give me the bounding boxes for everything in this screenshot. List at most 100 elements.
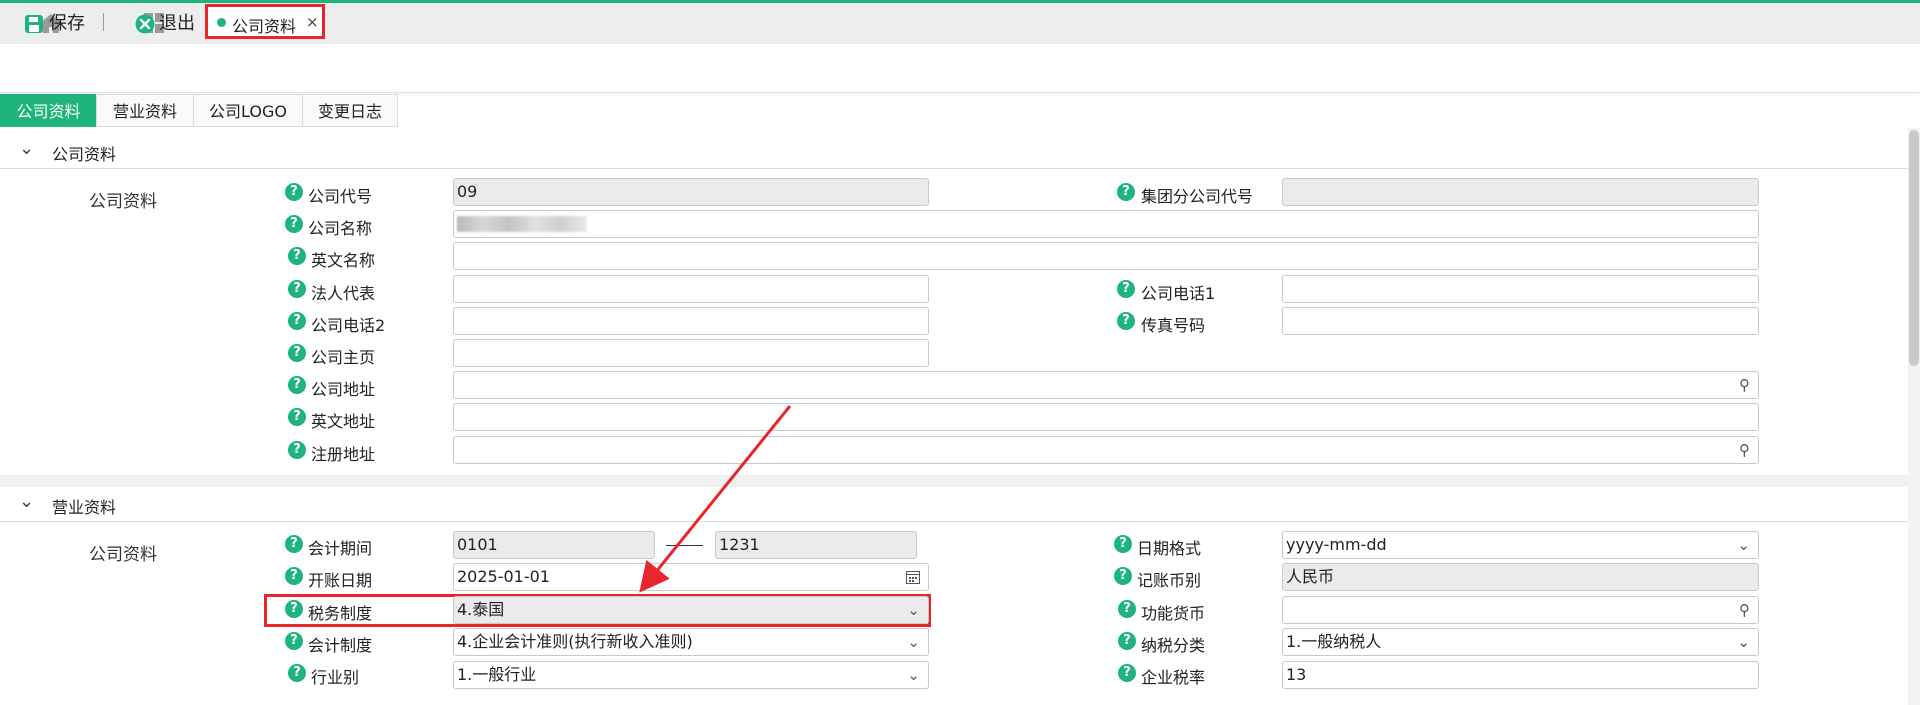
help-icon[interactable]: ? bbox=[1118, 632, 1136, 650]
chevron-down-icon: ⌄ bbox=[907, 633, 920, 651]
registered-address-field[interactable]: ⚲ bbox=[453, 436, 1759, 464]
help-icon[interactable]: ? bbox=[288, 312, 306, 330]
english-address-field[interactable] bbox=[453, 403, 1759, 431]
section-title: 公司资料 bbox=[52, 145, 117, 164]
tax-system-value: 4.泰国 bbox=[457, 600, 505, 619]
field-label: 公司主页 bbox=[311, 348, 376, 367]
save-button[interactable]: 保存 bbox=[24, 0, 94, 48]
document-tab-company-info[interactable]: 公司资料 × bbox=[205, 4, 325, 39]
section-header-company[interactable]: ⌄ 公司资料 bbox=[0, 134, 1908, 169]
document-tab-label: 公司资料 bbox=[232, 17, 297, 36]
field-label: 行业别 bbox=[311, 668, 360, 687]
help-icon[interactable]: ? bbox=[288, 280, 306, 298]
accounting-system-select[interactable]: 4.企业会计准则(执行新收入准则) ⌄ bbox=[453, 628, 929, 656]
english-name-field[interactable] bbox=[453, 242, 1759, 270]
scrollbar-thumb[interactable] bbox=[1909, 130, 1919, 366]
help-icon[interactable]: ? bbox=[285, 567, 303, 585]
help-icon[interactable]: ? bbox=[285, 215, 303, 233]
help-icon[interactable]: ? bbox=[285, 535, 303, 553]
fax-field[interactable] bbox=[1282, 307, 1759, 335]
homepage-field[interactable] bbox=[453, 339, 929, 367]
tab-company-logo[interactable]: 公司LOGO bbox=[193, 94, 303, 127]
taxpayer-type-value: 1.一般纳税人 bbox=[1286, 632, 1382, 651]
close-icon[interactable]: × bbox=[306, 13, 319, 31]
field-label: 日期格式 bbox=[1137, 539, 1202, 558]
company-name-field[interactable] bbox=[453, 210, 1759, 238]
legal-rep-field[interactable] bbox=[453, 275, 929, 303]
field-label: 公司名称 bbox=[308, 219, 373, 238]
chevron-down-icon: ⌄ bbox=[19, 138, 35, 159]
opening-date-value: 2025-01-01 bbox=[457, 567, 550, 586]
chevron-down-icon: ⌄ bbox=[907, 601, 920, 619]
field-label: 记账币别 bbox=[1137, 571, 1202, 590]
industry-select[interactable]: 1.一般行业 ⌄ bbox=[453, 661, 929, 689]
tab-business-info[interactable]: 营业资料 bbox=[96, 94, 194, 127]
search-icon[interactable]: ⚲ bbox=[1739, 437, 1750, 463]
help-icon[interactable]: ? bbox=[285, 600, 303, 618]
range-dash bbox=[666, 545, 703, 546]
help-icon[interactable]: ? bbox=[288, 376, 306, 394]
help-icon[interactable]: ? bbox=[1117, 183, 1135, 201]
help-icon[interactable]: ? bbox=[288, 344, 306, 362]
company-code-field[interactable]: 09 bbox=[453, 178, 929, 206]
taxpayer-type-select[interactable]: 1.一般纳税人 ⌄ bbox=[1282, 628, 1759, 656]
field-label: 英文名称 bbox=[311, 251, 376, 270]
tab-company-info[interactable]: 公司资料 bbox=[0, 94, 97, 127]
help-icon[interactable]: ? bbox=[288, 247, 306, 265]
help-icon[interactable]: ? bbox=[288, 664, 306, 682]
calendar-icon[interactable] bbox=[906, 570, 920, 584]
group-label: 公司资料 bbox=[89, 192, 157, 212]
help-icon[interactable]: ? bbox=[285, 183, 303, 201]
field-label: 集团分公司代号 bbox=[1141, 187, 1254, 206]
field-label: 公司地址 bbox=[311, 380, 376, 399]
help-icon[interactable]: ? bbox=[1114, 567, 1132, 585]
field-label: 英文地址 bbox=[311, 412, 376, 431]
help-icon[interactable]: ? bbox=[288, 408, 306, 426]
help-icon[interactable]: ? bbox=[1114, 535, 1132, 553]
chevron-down-icon: ⌄ bbox=[1737, 536, 1750, 554]
section-header-business[interactable]: ⌄ 营业资料 bbox=[0, 487, 1908, 522]
address-field[interactable]: ⚲ bbox=[453, 371, 1759, 399]
field-label: 企业税率 bbox=[1141, 668, 1206, 687]
field-label: 公司代号 bbox=[308, 187, 373, 206]
redacted-company-name bbox=[457, 216, 587, 232]
phone2-field[interactable] bbox=[453, 307, 929, 335]
opening-date-field[interactable]: 2025-01-01 bbox=[453, 563, 929, 591]
phone1-field[interactable] bbox=[1282, 275, 1759, 303]
section-title: 营业资料 bbox=[52, 498, 117, 517]
section-divider bbox=[0, 475, 1908, 487]
help-icon[interactable]: ? bbox=[288, 441, 306, 459]
field-label: 会计制度 bbox=[308, 636, 373, 655]
tax-system-select[interactable]: 4.泰国 ⌄ bbox=[453, 596, 929, 624]
save-icon bbox=[25, 15, 43, 33]
group-code-field[interactable] bbox=[1282, 178, 1759, 206]
field-label: 公司电话2 bbox=[311, 316, 386, 335]
field-label: 传真号码 bbox=[1141, 316, 1206, 335]
chevron-down-icon: ⌄ bbox=[19, 491, 35, 512]
help-icon[interactable]: ? bbox=[1117, 280, 1135, 298]
chevron-down-icon: ⌄ bbox=[1737, 633, 1750, 651]
field-label: 注册地址 bbox=[311, 445, 376, 464]
help-icon[interactable]: ? bbox=[285, 632, 303, 650]
date-format-select[interactable]: yyyy-mm-dd ⌄ bbox=[1282, 531, 1759, 559]
active-tab-dot-icon bbox=[217, 18, 226, 27]
help-icon[interactable]: ? bbox=[1118, 664, 1136, 682]
accounting-system-value: 4.企业会计准则(执行新收入准则) bbox=[457, 632, 693, 651]
period-from-field[interactable]: 0101 bbox=[453, 531, 655, 559]
book-currency-field[interactable]: 人民币 bbox=[1282, 563, 1759, 591]
corp-tax-rate-field[interactable]: 13 bbox=[1282, 661, 1759, 689]
search-icon[interactable]: ⚲ bbox=[1739, 372, 1750, 398]
search-icon[interactable]: ⚲ bbox=[1739, 597, 1750, 623]
period-to-field[interactable]: 1231 bbox=[715, 531, 917, 559]
help-icon[interactable]: ? bbox=[1117, 312, 1135, 330]
date-format-value: yyyy-mm-dd bbox=[1286, 535, 1387, 554]
field-label: 法人代表 bbox=[311, 284, 376, 303]
functional-currency-field[interactable]: ⚲ bbox=[1282, 596, 1759, 624]
tab-change-log[interactable]: 变更日志 bbox=[302, 94, 398, 127]
field-label: 纳税分类 bbox=[1141, 636, 1206, 655]
help-icon[interactable]: ? bbox=[1118, 600, 1136, 618]
group-label: 公司资料 bbox=[89, 545, 157, 565]
exit-button[interactable]: 退出 bbox=[135, 0, 205, 48]
industry-value: 1.一般行业 bbox=[457, 665, 537, 684]
field-label: 开账日期 bbox=[308, 571, 373, 590]
